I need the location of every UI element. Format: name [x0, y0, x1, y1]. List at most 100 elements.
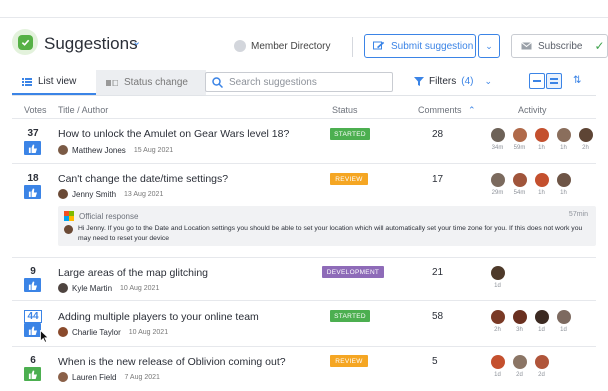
post-date: 10 Aug 2021: [128, 328, 169, 336]
activity-time: 1h: [538, 145, 545, 151]
activity-item: 1d: [490, 266, 505, 289]
author-name: Lauren Field: [72, 372, 117, 382]
author-name: Kyle Martin: [72, 283, 113, 293]
mail-icon: [521, 42, 532, 50]
avatar: [490, 173, 505, 187]
avatar: [534, 310, 549, 324]
activity-list: 29m 54m 1h 1h: [490, 173, 571, 196]
vote-count: 18: [27, 173, 39, 184]
avatar: [58, 327, 68, 337]
activity-time: 1d: [538, 327, 545, 333]
author-name: Jenny Smith: [72, 189, 117, 199]
search-input[interactable]: [229, 76, 379, 88]
avatar: [58, 372, 68, 382]
avatar: [534, 173, 549, 187]
activity-item: 54m: [512, 173, 527, 196]
sort-icon[interactable]: ⇅: [573, 75, 581, 86]
activity-list: 34m 59m 1h 1h 2h: [490, 128, 593, 151]
avatar: [578, 128, 593, 142]
author-info: Charlie Taylor 10 Aug 2021: [58, 327, 168, 337]
suggestion-title[interactable]: When is the new release of Oblivion comi…: [58, 356, 286, 368]
filters-count: (4): [461, 76, 474, 87]
activity-item: 29m: [490, 173, 505, 196]
activity-time: 2d: [538, 372, 545, 378]
tab-list-view[interactable]: List view: [12, 70, 96, 95]
activity-item: 3h: [512, 310, 527, 333]
subscribe-button[interactable]: Subscribe ✓: [511, 34, 608, 58]
activity-item: 1h: [556, 173, 571, 196]
row-divider: [12, 300, 596, 301]
upvote-thumb-icon[interactable]: [24, 367, 41, 381]
filter-icon: [414, 77, 424, 86]
suggestion-title[interactable]: How to unlock the Amulet on Gear Wars le…: [58, 128, 289, 140]
filters-label: Filters: [429, 76, 457, 87]
toolbar-divider: [12, 95, 596, 96]
vote-count: 9: [30, 266, 36, 277]
upvote-thumb-icon[interactable]: [24, 323, 41, 337]
official-response: Official response 57min Hi Jenny. If you…: [58, 206, 596, 246]
activity-item: 2h: [578, 128, 593, 151]
member-directory-link[interactable]: Member Directory: [234, 40, 330, 52]
title-chevron-down-icon[interactable]: ⌄: [132, 35, 141, 48]
status-change-icon: [106, 79, 118, 86]
activity-item: 2h: [490, 310, 505, 333]
activity-time: 1d: [494, 283, 501, 289]
filters-dropdown[interactable]: Filters (4) ⌄: [414, 76, 492, 87]
avatar: [534, 128, 549, 142]
submit-suggestion-button[interactable]: Submit suggestion: [364, 34, 476, 58]
activity-time: 2h: [494, 327, 501, 333]
suggestion-title[interactable]: Adding multiple players to your online t…: [58, 311, 259, 323]
avatar: [490, 355, 505, 369]
compact-view-button[interactable]: [529, 73, 545, 89]
official-response-label: Official response: [79, 211, 139, 221]
submit-suggestion-label: Submit suggestion: [391, 40, 474, 52]
activity-time: 2d: [516, 372, 523, 378]
author-name: Matthew Jones: [72, 145, 126, 155]
comment-count: 17: [432, 174, 444, 185]
status-badge: STARTED: [330, 128, 370, 140]
author-info: Jenny Smith 13 Aug 2021: [58, 189, 163, 199]
suggestion-title[interactable]: Large areas of the map glitching: [58, 267, 208, 279]
column-votes: Votes: [24, 105, 47, 115]
avatar: [512, 355, 527, 369]
activity-time: 59m: [513, 145, 526, 151]
activity-time: 3h: [516, 327, 523, 333]
activity-time: 34m: [491, 145, 504, 151]
expanded-view-button[interactable]: [546, 73, 562, 89]
column-comments[interactable]: Comments ⌃: [418, 105, 476, 116]
tab-status-change[interactable]: Status change: [96, 70, 206, 95]
row-divider: [12, 346, 596, 347]
check-icon: ✓: [594, 39, 605, 53]
activity-time: 1d: [494, 372, 501, 378]
activity-time: 2h: [582, 145, 589, 151]
activity-list: 1d 2d 2d: [490, 355, 549, 378]
official-response-time: 57min: [568, 211, 588, 218]
status-badge: STARTED: [330, 310, 370, 322]
tab-status-change-label: Status change: [124, 77, 188, 88]
activity-item: 2d: [534, 355, 549, 378]
author-info: Kyle Martin 10 Aug 2021: [58, 283, 159, 293]
avatar: [534, 355, 549, 369]
vote-count: 37: [27, 128, 39, 139]
upvote-thumb-icon[interactable]: [24, 141, 41, 155]
suggestions-logo-icon: [12, 29, 38, 55]
avatar: [58, 283, 68, 293]
avatar: [556, 173, 571, 187]
upvote-thumb-icon[interactable]: [24, 278, 41, 292]
pencil-icon: [373, 41, 385, 50]
suggestion-title[interactable]: Can't change the date/time settings?: [58, 173, 228, 185]
top-bar: [0, 0, 608, 18]
avatar: [64, 225, 73, 234]
upvote-thumb-icon[interactable]: [24, 185, 41, 199]
submit-options-chevron-icon[interactable]: ⌄: [478, 34, 500, 58]
page-header: Suggestions ⌄ Member Directory Submit su…: [12, 18, 608, 64]
official-response-body: Hi Jenny. If you go to the Date and Loca…: [64, 224, 584, 244]
column-status: Status: [332, 105, 358, 115]
status-badge: REVIEW: [330, 173, 368, 185]
activity-time: 54m: [513, 190, 526, 196]
activity-item: 1d: [556, 310, 571, 333]
avatar: [490, 128, 505, 142]
member-directory-label: Member Directory: [251, 40, 331, 52]
official-response-text: Hi Jenny. If you go to the Date and Loca…: [78, 225, 583, 242]
subscribe-label: Subscribe: [538, 40, 583, 52]
